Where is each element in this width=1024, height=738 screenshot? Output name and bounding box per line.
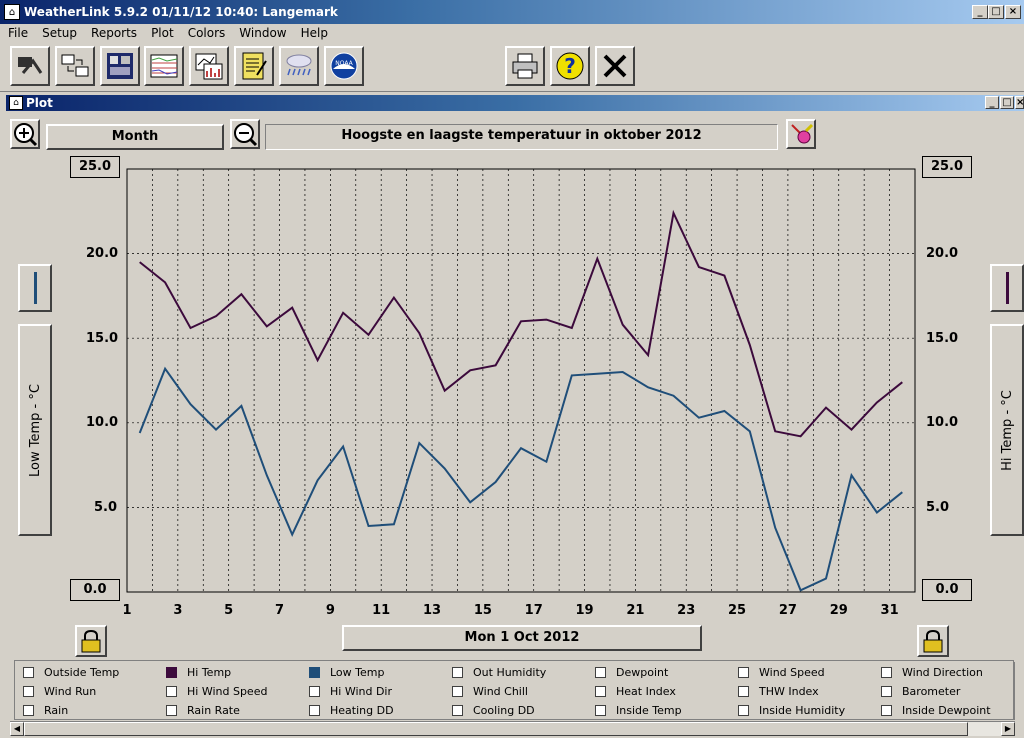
series-checkbox[interactable] (452, 705, 463, 716)
lock-icon (923, 629, 943, 653)
series-checkbox[interactable] (452, 667, 463, 678)
legend-label: Barometer (902, 685, 961, 698)
legend-item-barometer[interactable]: Barometer (881, 685, 960, 698)
legend-label: Heat Index (616, 685, 676, 698)
series-checkbox[interactable] (309, 667, 320, 678)
legend-label: Low Temp (330, 666, 385, 679)
legend-item-inside-humidity[interactable]: Inside Humidity (738, 704, 845, 717)
x-tick-label: 5 (224, 603, 233, 618)
legend-label: Heating DD (330, 704, 394, 717)
legend-item-cooling-dd[interactable]: Cooling DD (452, 704, 535, 717)
scroll-thumb[interactable] (24, 722, 968, 736)
series-checkbox[interactable] (23, 686, 34, 697)
legend-label: Wind Direction (902, 666, 983, 679)
lock-icon (81, 629, 101, 653)
x-tick-label: 15 (474, 603, 492, 618)
legend-item-outside-temp[interactable]: Outside Temp (23, 666, 119, 679)
date-button[interactable]: Mon 1 Oct 2012 (342, 625, 702, 651)
x-tick-label: 27 (779, 603, 797, 618)
x-tick-label: 13 (423, 603, 441, 618)
legend-label: Inside Temp (616, 704, 682, 717)
series-legend: Outside Temp Hi Temp Low Temp Out Humidity D… (14, 660, 1014, 720)
series-checkbox[interactable] (166, 667, 177, 678)
x-tick-label: 9 (326, 603, 335, 618)
legend-label: Wind Run (44, 685, 97, 698)
legend-item-heating-dd[interactable]: Heating DD (309, 704, 394, 717)
series-checkbox[interactable] (309, 686, 320, 697)
plot-area (126, 168, 916, 593)
series-checkbox[interactable] (595, 667, 606, 678)
legend-label: Dewpoint (616, 666, 669, 679)
legend-label: Outside Temp (44, 666, 120, 679)
legend-item-hi-temp[interactable]: Hi Temp (166, 666, 231, 679)
left-lock-button[interactable] (75, 625, 107, 657)
legend-label: Hi Temp (187, 666, 232, 679)
series-checkbox[interactable] (166, 686, 177, 697)
right-lock-button[interactable] (917, 625, 949, 657)
series-checkbox[interactable] (595, 686, 606, 697)
x-tick-label: 7 (275, 603, 284, 618)
x-tick-label: 29 (830, 603, 848, 618)
scroll-right-button[interactable]: ▶ (1001, 722, 1015, 736)
legend-item-rain-rate[interactable]: Rain Rate (166, 704, 240, 717)
legend-item-low-temp[interactable]: Low Temp (309, 666, 384, 679)
series-checkbox[interactable] (595, 705, 606, 716)
series-checkbox[interactable] (881, 686, 892, 697)
x-tick-label: 17 (525, 603, 543, 618)
legend-item-thw-index[interactable]: THW Index (738, 685, 819, 698)
legend-item-wind-run[interactable]: Wind Run (23, 685, 96, 698)
legend-label: THW Index (759, 685, 819, 698)
x-tick-label: 3 (173, 603, 182, 618)
x-tick-label: 11 (372, 603, 390, 618)
legend-label: Inside Dewpoint (902, 704, 991, 717)
legend-label: Rain Rate (187, 704, 240, 717)
legend-item-wind-chill[interactable]: Wind Chill (452, 685, 528, 698)
series-checkbox[interactable] (738, 686, 749, 697)
legend-item-wind-direction[interactable]: Wind Direction (881, 666, 983, 679)
legend-item-inside-temp[interactable]: Inside Temp (595, 704, 682, 717)
legend-item-rain[interactable]: Rain (23, 704, 68, 717)
series-checkbox[interactable] (23, 667, 34, 678)
legend-item-hi-wind-speed[interactable]: Hi Wind Speed (166, 685, 267, 698)
series-checkbox[interactable] (738, 705, 749, 716)
legend-label: Out Humidity (473, 666, 547, 679)
x-tick-label: 19 (576, 603, 594, 618)
legend-item-hi-wind-dir[interactable]: Hi Wind Dir (309, 685, 392, 698)
legend-label: Wind Speed (759, 666, 825, 679)
legend-item-heat-index[interactable]: Heat Index (595, 685, 676, 698)
legend-label: Rain (44, 704, 69, 717)
legend-label: Hi Wind Dir (330, 685, 393, 698)
x-tick-label: 23 (677, 603, 695, 618)
legend-item-dewpoint[interactable]: Dewpoint (595, 666, 668, 679)
series-checkbox[interactable] (452, 686, 463, 697)
series-checkbox[interactable] (881, 705, 892, 716)
series-checkbox[interactable] (881, 667, 892, 678)
legend-label: Hi Wind Speed (187, 685, 268, 698)
series-checkbox[interactable] (309, 705, 320, 716)
scroll-left-button[interactable]: ◀ (10, 722, 24, 736)
legend-item-inside-dewpoint[interactable]: Inside Dewpoint (881, 704, 991, 717)
temperature-chart[interactable]: 1 3 5 7 9 11 13 15 17 19 21 23 25 27 29 31 (0, 0, 1024, 620)
horizontal-scrollbar[interactable]: ◀ ▶ (10, 721, 1015, 736)
legend-item-wind-speed[interactable]: Wind Speed (738, 666, 825, 679)
x-tick-label: 1 (122, 603, 131, 618)
legend-label: Inside Humidity (759, 704, 846, 717)
series-checkbox[interactable] (166, 705, 177, 716)
x-tick-label: 31 (881, 603, 899, 618)
legend-scrollbar[interactable] (1014, 662, 1024, 720)
series-checkbox[interactable] (23, 705, 34, 716)
series-checkbox[interactable] (738, 667, 749, 678)
legend-item-out-humidity[interactable]: Out Humidity (452, 666, 546, 679)
legend-label: Wind Chill (473, 685, 528, 698)
x-tick-label: 25 (728, 603, 746, 618)
legend-label: Cooling DD (473, 704, 535, 717)
x-tick-label: 21 (626, 603, 644, 618)
